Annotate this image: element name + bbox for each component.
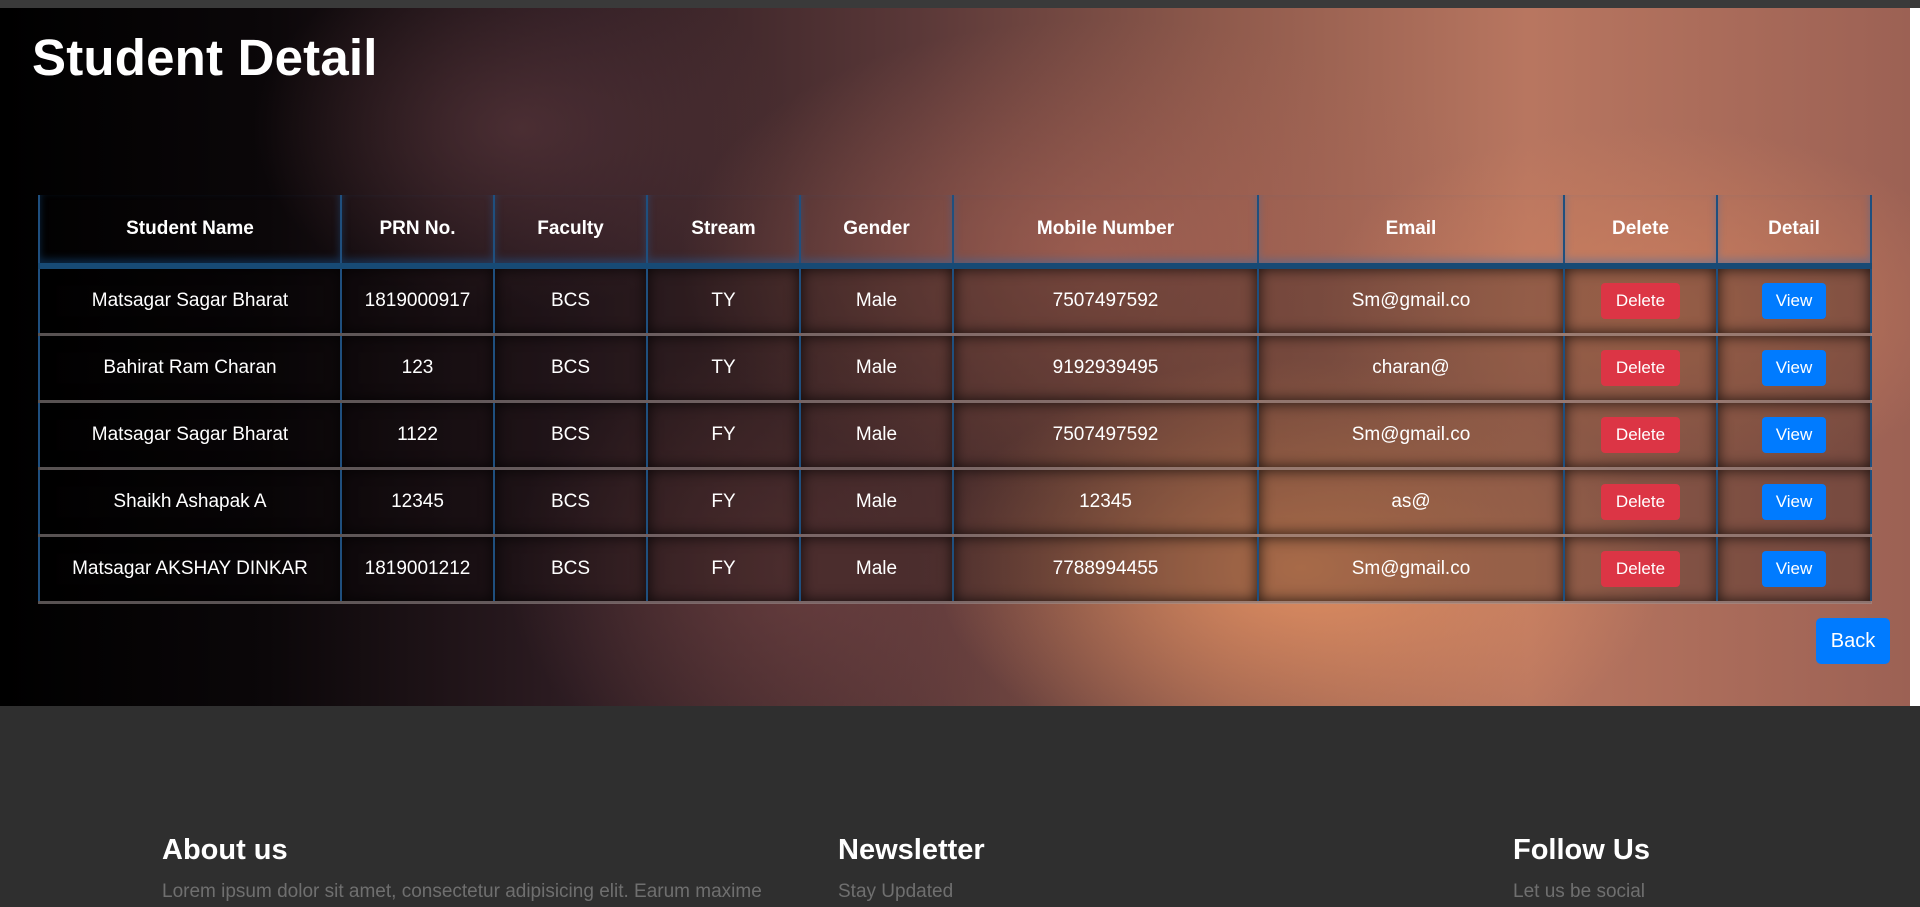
cell-email: as@ — [1257, 468, 1565, 537]
footer-about: About us Lorem ipsum dolor sit amet, con… — [162, 834, 762, 903]
page-edge — [1910, 8, 1920, 706]
footer-newsletter-heading: Newsletter — [838, 834, 985, 866]
footer-follow-heading: Follow Us — [1513, 834, 1650, 866]
cell-faculty: BCS — [493, 401, 648, 470]
cell-student-name: Matsagar Sagar Bharat — [38, 401, 342, 470]
cell-stream: FY — [646, 468, 801, 537]
cell-email: charan@ — [1257, 334, 1565, 403]
footer-about-heading: About us — [162, 834, 288, 866]
header-mobile: Mobile Number — [952, 195, 1259, 269]
cell-delete: Delete — [1563, 401, 1718, 470]
cell-stream: FY — [646, 401, 801, 470]
cell-stream: FY — [646, 535, 801, 604]
footer-newsletter: Newsletter Stay Updated — [838, 834, 985, 903]
cell-delete: Delete — [1563, 535, 1718, 604]
cell-detail: View — [1716, 535, 1872, 604]
cell-faculty: BCS — [493, 334, 648, 403]
header-prn: PRN No. — [340, 195, 495, 269]
header-faculty: Faculty — [493, 195, 648, 269]
table-row: Matsagar Sagar Bharat 1819000917 BCS TY … — [38, 266, 1872, 336]
footer-follow: Follow Us Let us be social — [1513, 834, 1650, 903]
header-detail: Detail — [1716, 195, 1872, 269]
cell-faculty: BCS — [493, 266, 648, 336]
view-button[interactable]: View — [1761, 417, 1827, 453]
cell-delete: Delete — [1563, 334, 1718, 403]
table-row: Matsagar AKSHAY DINKAR 1819001212 BCS FY… — [38, 535, 1872, 604]
cell-student-name: Shaikh Ashapak A — [38, 468, 342, 537]
cell-student-name: Bahirat Ram Charan — [38, 334, 342, 403]
cell-gender: Male — [799, 468, 954, 537]
footer: About us Lorem ipsum dolor sit amet, con… — [0, 706, 1920, 907]
cell-detail: View — [1716, 334, 1872, 403]
cell-detail: View — [1716, 266, 1872, 336]
table-header-row: Student Name PRN No. Faculty Stream Gend… — [38, 195, 1872, 269]
view-button[interactable]: View — [1761, 551, 1827, 587]
view-button[interactable]: View — [1761, 350, 1827, 386]
view-button[interactable]: View — [1761, 283, 1827, 319]
cell-stream: TY — [646, 334, 801, 403]
back-button[interactable]: Back — [1816, 618, 1890, 664]
cell-prn: 123 — [340, 334, 495, 403]
cell-mobile: 12345 — [952, 468, 1259, 537]
header-stream: Stream — [646, 195, 801, 269]
cell-prn: 1122 — [340, 401, 495, 470]
cell-student-name: Matsagar AKSHAY DINKAR — [38, 535, 342, 604]
table-row: Matsagar Sagar Bharat 1122 BCS FY Male 7… — [38, 401, 1872, 470]
header-delete: Delete — [1563, 195, 1718, 269]
cell-gender: Male — [799, 401, 954, 470]
cell-detail: View — [1716, 468, 1872, 537]
top-bar — [0, 0, 1920, 8]
footer-follow-text: Let us be social — [1513, 881, 1646, 902]
delete-button[interactable]: Delete — [1600, 417, 1681, 453]
footer-newsletter-text: Stay Updated — [838, 881, 954, 902]
delete-button[interactable]: Delete — [1600, 283, 1681, 319]
cell-faculty: BCS — [493, 535, 648, 604]
cell-email: Sm@gmail.co — [1257, 266, 1565, 336]
student-table: Student Name PRN No. Faculty Stream Gend… — [38, 195, 1872, 604]
cell-faculty: BCS — [493, 468, 648, 537]
cell-prn: 1819001212 — [340, 535, 495, 604]
header-email: Email — [1257, 195, 1565, 269]
footer-about-text: Lorem ipsum dolor sit amet, consectetur … — [162, 881, 762, 902]
cell-mobile: 9192939495 — [952, 334, 1259, 403]
cell-mobile: 7507497592 — [952, 266, 1259, 336]
cell-gender: Male — [799, 266, 954, 336]
header-student-name: Student Name — [38, 195, 342, 269]
delete-button[interactable]: Delete — [1600, 350, 1681, 386]
cell-gender: Male — [799, 535, 954, 604]
delete-button[interactable]: Delete — [1600, 551, 1681, 587]
cell-prn: 12345 — [340, 468, 495, 537]
cell-email: Sm@gmail.co — [1257, 401, 1565, 470]
cell-detail: View — [1716, 401, 1872, 470]
cell-gender: Male — [799, 334, 954, 403]
table-row: Bahirat Ram Charan 123 BCS TY Male 91929… — [38, 334, 1872, 403]
header-gender: Gender — [799, 195, 954, 269]
table-row: Shaikh Ashapak A 12345 BCS FY Male 12345… — [38, 468, 1872, 537]
cell-mobile: 7788994455 — [952, 535, 1259, 604]
page-title: Student Detail — [32, 29, 378, 86]
view-button[interactable]: View — [1761, 484, 1827, 520]
cell-stream: TY — [646, 266, 801, 336]
cell-prn: 1819000917 — [340, 266, 495, 336]
cell-mobile: 7507497592 — [952, 401, 1259, 470]
cell-delete: Delete — [1563, 266, 1718, 336]
hero-section: Student Detail Student Name PRN No. Facu… — [0, 8, 1910, 706]
cell-email: Sm@gmail.co — [1257, 535, 1565, 604]
delete-button[interactable]: Delete — [1600, 484, 1681, 520]
cell-student-name: Matsagar Sagar Bharat — [38, 266, 342, 336]
cell-delete: Delete — [1563, 468, 1718, 537]
